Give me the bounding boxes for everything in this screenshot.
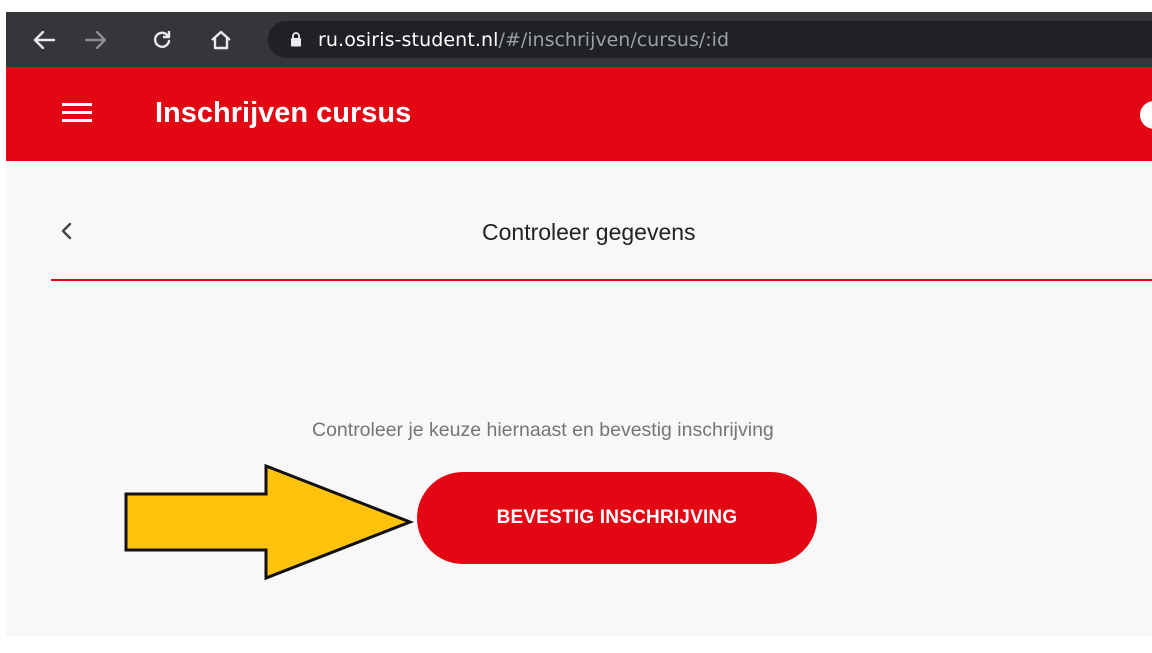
browser-back-button[interactable] (24, 12, 64, 67)
step-divider (51, 279, 1152, 281)
browser-reload-button[interactable] (142, 12, 182, 67)
hamburger-menu-icon[interactable] (62, 101, 94, 125)
pointer-arrow-icon (124, 464, 415, 581)
step-back-button[interactable] (51, 216, 81, 246)
browser-toolbar: ru.osiris-student.nl/#/inschrijven/cursu… (6, 12, 1152, 67)
chevron-left-icon (61, 222, 72, 240)
toggle-icon[interactable] (1140, 101, 1152, 129)
address-bar[interactable]: ru.osiris-student.nl/#/inschrijven/cursu… (268, 21, 1152, 58)
page-title: Inschrijven cursus (155, 97, 412, 129)
browser-home-button[interactable] (201, 12, 241, 67)
confirm-enrollment-button[interactable]: BEVESTIG INSCHRIJVING (417, 472, 817, 564)
back-arrow-icon (33, 30, 55, 49)
reload-icon (153, 30, 171, 48)
browser-forward-button[interactable] (76, 12, 116, 67)
app-header: Inschrijven cursus (6, 67, 1152, 161)
forward-arrow-icon (85, 30, 107, 49)
step-title: Controleer gegevens (482, 219, 696, 245)
screenshot-frame: ru.osiris-student.nl/#/inschrijven/cursu… (0, 0, 1152, 653)
lock-icon (290, 32, 302, 47)
home-icon (211, 30, 231, 49)
url-host: ru.osiris-student.nl (318, 28, 499, 51)
instruction-text: Controleer je keuze hiernaast en bevesti… (312, 419, 774, 441)
url-path: /#/inschrijven/cursus/:id (498, 28, 730, 51)
